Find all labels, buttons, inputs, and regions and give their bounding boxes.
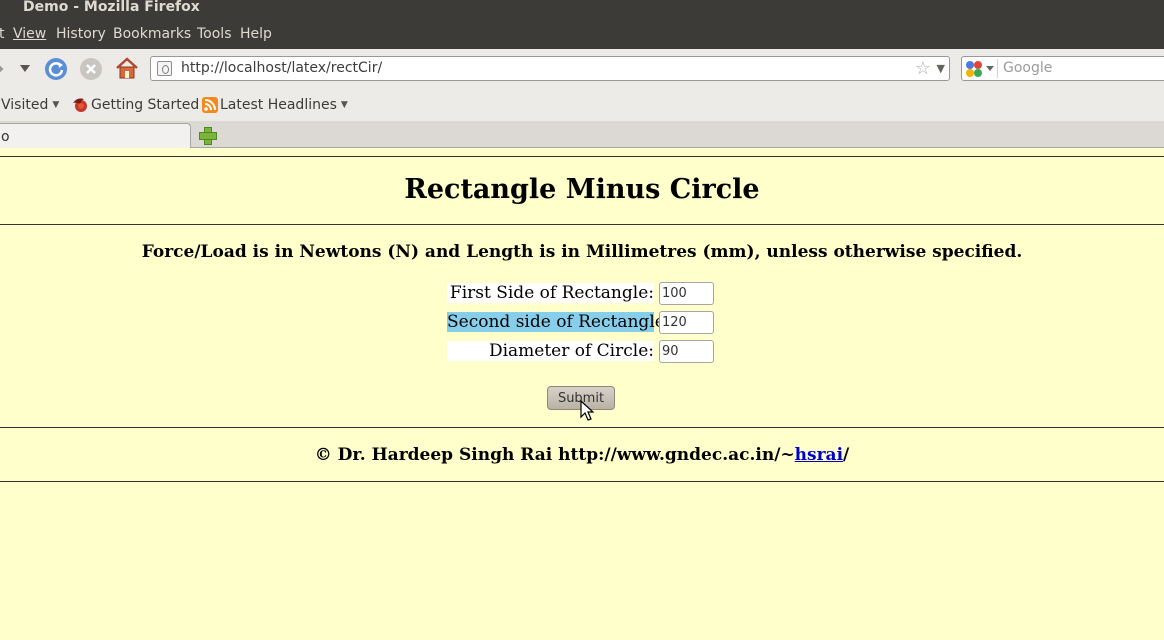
menu-bookmarks[interactable]: Bookmarks bbox=[113, 26, 191, 42]
url-bar[interactable]: http://localhost/latex/rectCir/ ☆ ▼ bbox=[150, 56, 950, 81]
units-note: Force/Load is in Newtons (N) and Length … bbox=[141, 242, 1023, 262]
window-title: Demo - Mozilla Firefox bbox=[0, 0, 1164, 16]
menu-edit[interactable]: t bbox=[0, 26, 5, 42]
mouse-cursor-icon bbox=[580, 400, 594, 421]
rss-icon bbox=[202, 97, 218, 113]
bookmark-getting-started[interactable]: Getting Started bbox=[72, 97, 199, 113]
page-title: Rectangle Minus Circle bbox=[404, 174, 760, 205]
stop-icon[interactable] bbox=[79, 57, 103, 81]
bookmark-getting-started-label: Getting Started bbox=[91, 97, 200, 113]
first-side-input[interactable] bbox=[659, 282, 714, 305]
footer-bottom-divider bbox=[0, 481, 1164, 482]
chevron-down-icon: ▼ bbox=[340, 100, 348, 110]
menu-help[interactable]: Help bbox=[240, 26, 272, 42]
second-side-label: Second side of Rectangle: bbox=[447, 312, 671, 332]
bookmark-most-visited[interactable]: Visited ▼ bbox=[1, 97, 59, 113]
home-icon[interactable] bbox=[115, 56, 139, 80]
search-input[interactable]: Google bbox=[1003, 57, 1052, 80]
footer-top-divider bbox=[0, 427, 1164, 428]
footer: © Dr. Hardeep Singh Rai http://www.gndec… bbox=[0, 445, 1164, 465]
second-side-input[interactable] bbox=[659, 311, 714, 334]
top-divider bbox=[0, 156, 1164, 157]
new-tab-icon[interactable] bbox=[199, 127, 217, 145]
reload-icon[interactable] bbox=[44, 57, 68, 81]
footer-link-hsrai[interactable]: hsrai bbox=[795, 445, 843, 465]
diameter-input[interactable] bbox=[659, 340, 714, 363]
chevron-down-icon: ▼ bbox=[52, 100, 60, 110]
menu-view[interactable]: View bbox=[13, 26, 46, 42]
history-dropdown-icon[interactable] bbox=[19, 63, 31, 75]
firefox-icon bbox=[73, 98, 87, 112]
menu-history[interactable]: History bbox=[56, 26, 106, 42]
tab-bar: o bbox=[0, 121, 1164, 149]
site-identity-icon[interactable] bbox=[157, 61, 172, 76]
menu-bar: t View History Bookmarks Tools Help bbox=[0, 16, 1164, 49]
tab-label: o bbox=[1, 129, 10, 145]
google-icon bbox=[966, 61, 994, 77]
first-side-label: First Side of Rectangle: bbox=[447, 283, 654, 303]
menu-tools[interactable]: Tools bbox=[197, 26, 232, 42]
bookmark-star-icon[interactable]: ☆ bbox=[915, 57, 931, 80]
page-content: Rectangle Minus Circle Force/Load is in … bbox=[0, 148, 1164, 640]
diameter-label: Diameter of Circle: bbox=[447, 341, 654, 361]
title-divider bbox=[0, 224, 1164, 225]
navigation-toolbar: http://localhost/latex/rectCir/ ☆ ▼ Goog… bbox=[0, 49, 1164, 89]
tab-demo[interactable]: o bbox=[0, 123, 191, 149]
search-bar[interactable]: Google bbox=[961, 56, 1164, 81]
search-engine-selector[interactable] bbox=[964, 59, 998, 78]
bookmark-latest-headlines[interactable]: Latest Headlines ▼ bbox=[202, 97, 348, 113]
footer-suffix: / bbox=[843, 445, 850, 465]
bookmarks-toolbar: Visited ▼ Getting Started Latest Headlin… bbox=[0, 89, 1164, 121]
footer-text: © Dr. Hardeep Singh Rai http://www.gndec… bbox=[314, 445, 795, 465]
bookmark-latest-headlines-label: Latest Headlines bbox=[220, 97, 337, 113]
forward-icon[interactable] bbox=[0, 61, 8, 77]
menu-view-label: View bbox=[13, 26, 47, 42]
bookmark-most-visited-label: Visited bbox=[1, 97, 49, 113]
url-dropdown-icon[interactable]: ▼ bbox=[937, 57, 945, 80]
url-text[interactable]: http://localhost/latex/rectCir/ bbox=[181, 57, 382, 80]
